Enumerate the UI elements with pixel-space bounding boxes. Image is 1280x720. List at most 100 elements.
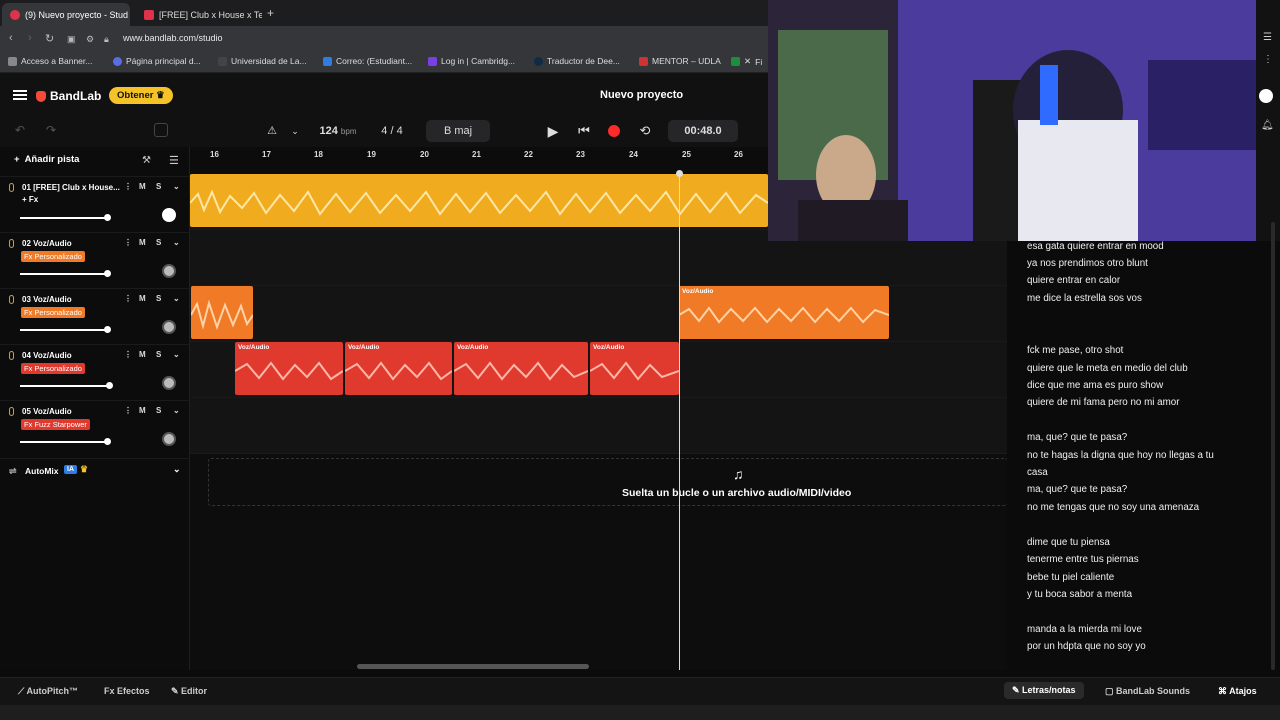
slider-handle[interactable] bbox=[104, 438, 111, 445]
volume-slider[interactable] bbox=[20, 270, 111, 277]
play-icon[interactable]: ▶ bbox=[542, 120, 564, 142]
track-name[interactable]: 03 Voz/Audio bbox=[22, 295, 122, 304]
loop-icon[interactable]: ⟲ bbox=[634, 120, 656, 142]
bookmark-item[interactable]: ✕ Fi bbox=[731, 56, 762, 67]
menu-icon[interactable] bbox=[13, 90, 27, 100]
slider-handle[interactable] bbox=[104, 326, 111, 333]
tab-search-icon[interactable]: ▣ bbox=[67, 34, 76, 45]
url-input[interactable]: www.bandlab.com/studio bbox=[123, 33, 223, 43]
mute-button[interactable]: M bbox=[139, 238, 146, 247]
key-selector[interactable]: B maj bbox=[426, 120, 490, 142]
chevron-down-icon[interactable]: ⌄ bbox=[173, 406, 180, 415]
record-button[interactable] bbox=[604, 120, 624, 142]
mute-button[interactable]: M bbox=[139, 182, 146, 191]
audio-clip[interactable]: Voz/Audio bbox=[345, 342, 452, 395]
add-track-button[interactable]: + Añadir pista bbox=[14, 154, 79, 165]
chevron-down-icon[interactable]: ⌄ bbox=[173, 464, 181, 475]
tools-icon[interactable]: ⚒ bbox=[142, 155, 151, 166]
fx-badge[interactable]: Fx Personalizado bbox=[21, 363, 85, 374]
track-row-05[interactable]: 05 Voz/Audio ⋮ M S ⌄ Fx Fuzz Starpower bbox=[0, 400, 190, 456]
track-name[interactable]: 02 Voz/Audio bbox=[22, 239, 122, 248]
letras-button[interactable]: ✎ Letras/notas bbox=[1004, 682, 1084, 699]
project-title[interactable]: Nuevo proyecto bbox=[600, 89, 683, 101]
bookmark-item[interactable]: MENTOR – UDLA bbox=[639, 56, 721, 66]
bookmark-item[interactable]: Universidad de La... bbox=[218, 56, 307, 66]
forward-icon[interactable]: › bbox=[28, 32, 32, 44]
menu-icon[interactable]: ☰ bbox=[1263, 32, 1272, 43]
undo-icon[interactable]: ↶ bbox=[15, 123, 31, 139]
mute-button[interactable]: M bbox=[139, 350, 146, 359]
bandlab-sounds-button[interactable]: ▢ BandLab Sounds bbox=[1105, 686, 1190, 697]
drop-zone[interactable] bbox=[208, 458, 1008, 506]
solo-button[interactable]: S bbox=[156, 238, 161, 247]
solo-button[interactable]: S bbox=[156, 406, 161, 415]
mute-button[interactable]: M bbox=[139, 294, 146, 303]
more-icon[interactable]: ⋮ bbox=[124, 406, 132, 415]
chevron-down-icon[interactable]: ⌄ bbox=[173, 294, 180, 303]
slider-handle[interactable] bbox=[104, 270, 111, 277]
fx-badge[interactable]: Fx Personalizado bbox=[21, 307, 85, 318]
bell-icon[interactable]: 🔔︎ bbox=[1261, 120, 1274, 131]
site-info-icon[interactable]: ⚙ bbox=[86, 34, 94, 45]
bookmark-item[interactable]: Traductor de Dee... bbox=[534, 56, 620, 66]
chevron-down-icon[interactable]: ⌄ bbox=[173, 238, 180, 247]
skip-back-icon[interactable]: ⏮︎ bbox=[574, 120, 594, 142]
bpm-control[interactable]: 124 bpm bbox=[313, 120, 363, 142]
bookmark-item[interactable]: Página principal d... bbox=[113, 56, 201, 66]
bandlab-logo[interactable]: BandLab bbox=[36, 89, 101, 103]
volume-slider[interactable] bbox=[20, 382, 113, 389]
chevron-down-icon[interactable]: ⌄ bbox=[288, 120, 302, 142]
track-row-02[interactable]: 02 Voz/Audio ⋮ M S ⌄ Fx Personalizado bbox=[0, 232, 190, 288]
solo-button[interactable]: S bbox=[156, 294, 161, 303]
more-icon[interactable]: ⋮ bbox=[124, 350, 132, 359]
track-settings-icon[interactable]: ☰ bbox=[169, 154, 179, 167]
bookmark-item[interactable]: Correo: (Estudiant... bbox=[323, 56, 412, 66]
track-name[interactable]: 01 [FREE] Club x House... bbox=[22, 183, 122, 192]
new-tab-icon[interactable]: + bbox=[267, 6, 274, 20]
playhead[interactable] bbox=[676, 170, 683, 670]
tab-free-club[interactable]: [FREE] Club x House x Tec bbox=[136, 3, 262, 26]
redo-icon[interactable]: ↷ bbox=[46, 123, 62, 139]
bookmark-item[interactable]: Acceso a Banner... bbox=[8, 56, 92, 66]
fx-button[interactable]: + Fx bbox=[22, 195, 38, 204]
more-icon[interactable]: ⋮ bbox=[124, 294, 132, 303]
time-signature[interactable]: 4 / 4 bbox=[372, 120, 412, 142]
autopitch-button[interactable]: ⟋ AutoPitch™ bbox=[18, 686, 78, 697]
lyrics-scrollbar[interactable] bbox=[1271, 222, 1275, 670]
avatar[interactable] bbox=[1259, 89, 1273, 103]
editor-button[interactable]: ✎ Editor bbox=[171, 686, 207, 697]
audio-clip[interactable] bbox=[191, 286, 253, 339]
fx-badge[interactable]: Fx Fuzz Starpower bbox=[21, 419, 90, 430]
lane-05[interactable] bbox=[190, 398, 1007, 454]
volume-slider[interactable] bbox=[20, 326, 111, 333]
pan-knob[interactable] bbox=[162, 320, 176, 334]
lane-03[interactable]: Voz/Audio bbox=[190, 286, 1007, 342]
pan-knob[interactable] bbox=[162, 432, 176, 446]
solo-button[interactable]: S bbox=[156, 182, 161, 191]
tab-nuevo-proyecto[interactable]: (9) Nuevo proyecto - Stud bbox=[2, 3, 130, 26]
track-row-04[interactable]: 04 Voz/Audio ⋮ M S ⌄ Fx Personalizado bbox=[0, 344, 190, 400]
track-row-03[interactable]: 03 Voz/Audio ⋮ M S ⌄ Fx Personalizado bbox=[0, 288, 190, 344]
more-icon[interactable]: ⋮ bbox=[124, 238, 132, 247]
track-name[interactable]: 04 Voz/Audio bbox=[22, 351, 122, 360]
audio-clip[interactable] bbox=[190, 174, 768, 227]
mute-button[interactable]: M bbox=[139, 406, 146, 415]
sidebar-toggle-icon[interactable] bbox=[154, 123, 168, 137]
pan-knob[interactable] bbox=[162, 208, 176, 222]
obtener-button[interactable]: Obtener ♛ bbox=[109, 87, 173, 104]
efectos-button[interactable]: Fx Efectos bbox=[104, 686, 150, 696]
audio-clip[interactable]: Voz/Audio bbox=[590, 342, 679, 395]
slider-handle[interactable] bbox=[106, 382, 113, 389]
metronome-icon[interactable]: ⚠︎ bbox=[264, 120, 280, 142]
pan-knob[interactable] bbox=[162, 376, 176, 390]
audio-clip[interactable]: Voz/Audio bbox=[454, 342, 588, 395]
lane-04[interactable]: Voz/Audio Voz/Audio Voz/Audio Voz/Audio bbox=[190, 342, 1007, 398]
more-icon[interactable]: ⋮ bbox=[124, 182, 132, 191]
atajos-button[interactable]: ⌘ Atajos bbox=[1218, 686, 1257, 697]
slider-handle[interactable] bbox=[104, 214, 111, 221]
reload-icon[interactable]: ↻ bbox=[45, 32, 54, 45]
automix-row[interactable]: ⇌ AutoMix IA ♛ ⌄ bbox=[0, 458, 190, 480]
chevron-down-icon[interactable]: ⌄ bbox=[173, 182, 180, 191]
volume-slider[interactable] bbox=[20, 214, 111, 221]
audio-clip[interactable]: Voz/Audio bbox=[235, 342, 343, 395]
